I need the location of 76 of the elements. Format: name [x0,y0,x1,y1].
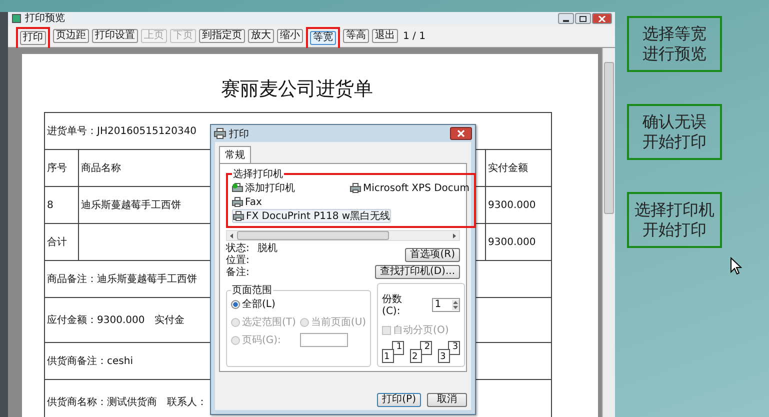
toolbar-button[interactable]: 打印设置 [92,29,138,43]
table-cell-text: 实付金额 [488,162,528,175]
close-button[interactable] [592,13,612,24]
document-title: 赛丽麦公司进货单 [220,77,374,102]
table-cell-text: 实付金 [154,314,185,327]
status-label: 位置: [226,255,250,266]
close-icon [598,16,606,22]
page-number-field[interactable] [300,333,348,347]
annotation-text: 选择打印机 [634,200,714,220]
toolbar-button[interactable]: 缩小 [277,29,303,43]
table-cell: 9300.000 [488,236,536,248]
printer-icon [350,183,361,193]
page-sheet: 3 [438,349,450,363]
status-label: 备注: [226,267,250,279]
table-cell-text: 进货单号：JH20160515120340 [47,124,197,138]
table-cell: 8 [47,200,54,210]
toolbar-button[interactable]: 退出 [372,29,398,43]
printer-item[interactable]: FX DocuPrint P118 w黑白无线 [232,209,392,223]
toolbar-button[interactable]: 放大 [248,29,274,43]
table-cell-text: 供货商名称：测试供货商 [47,396,157,409]
toolbar-button[interactable]: 等高 [343,29,369,43]
annotation-text: 开始打印 [642,132,706,152]
printer-icon [214,128,226,139]
table-cell: 9300.000 [488,200,536,210]
page-sheet: 2 [420,341,432,355]
group-label: 页面范围 [231,284,273,297]
page-sheet: 1 [382,349,394,363]
table-cell-text: 迪乐斯蔓越莓手工西饼 [81,198,181,212]
radio-option[interactable]: 全部(L) [231,297,366,311]
maximize-button[interactable] [575,13,591,24]
table-cell-text: 应付金额：9300.000 [47,314,145,327]
printer-item[interactable]: Fax [232,195,262,209]
dialog-title: 打印 [229,128,249,140]
dialog-button[interactable]: 取消 [427,393,467,407]
page-sheet: 2 [410,349,422,363]
scrollbar[interactable] [226,230,460,241]
copies-label: 份数(C): [382,293,404,317]
window-title: 打印预览 [25,13,65,24]
status-label: 状态: [226,243,250,254]
toolbar-button[interactable]: 页边距 [53,29,89,43]
group-label: 选择打印机 [232,168,284,181]
spinner-arrows-icon[interactable] [452,300,460,310]
table-cell-text: 合计 [47,236,67,249]
dialog-button[interactable]: 打印(P) [377,393,421,407]
printer-item[interactable]: Microsoft XPS Docum [350,181,470,195]
minimize-button[interactable] [558,13,574,24]
add-printer-icon [232,183,243,193]
maximize-icon [579,16,587,22]
status-value: 脱机 [257,243,278,255]
close-icon [457,130,465,137]
printer-icon [233,211,244,221]
mouse-cursor-icon [730,257,742,275]
annotation-text: 确认无误 [642,112,706,132]
table-cell-text: 商品备注：迪乐斯蔓越莓手工西饼 [47,272,197,286]
printer-icon [232,197,243,207]
tab[interactable]: 常规 [219,146,251,163]
window-icon [12,14,21,23]
annotation-text: 选择等宽 [642,24,706,44]
table-cell-text: 联系人： [167,396,207,409]
toolbar-button[interactable]: 等宽 [310,31,336,45]
annotation-text: 进行预览 [642,44,706,64]
toolbar-button[interactable]: 打印 [20,31,46,45]
copies-field[interactable]: 1 [432,298,460,312]
table-cell-text: 序号 [47,162,67,175]
printer-item[interactable]: 添加打印机 [232,181,295,195]
table-cell-text: 商品名称 [81,162,121,175]
annotation-text: 开始打印 [642,220,706,240]
page-sheet: 1 [392,341,404,355]
scrollbar[interactable] [602,48,615,417]
find-printer-button[interactable]: 查找打印机(D)... [374,265,460,279]
toolbar-button[interactable]: 到指定页 [199,29,245,43]
page-sheet: 3 [448,341,460,355]
table-cell-text: 供货商备注：ceshi [47,354,133,368]
page-indicator: 1 / 1 [403,30,426,42]
preferences-button[interactable]: 首选项(R) [405,248,460,262]
close-button[interactable] [450,127,472,140]
